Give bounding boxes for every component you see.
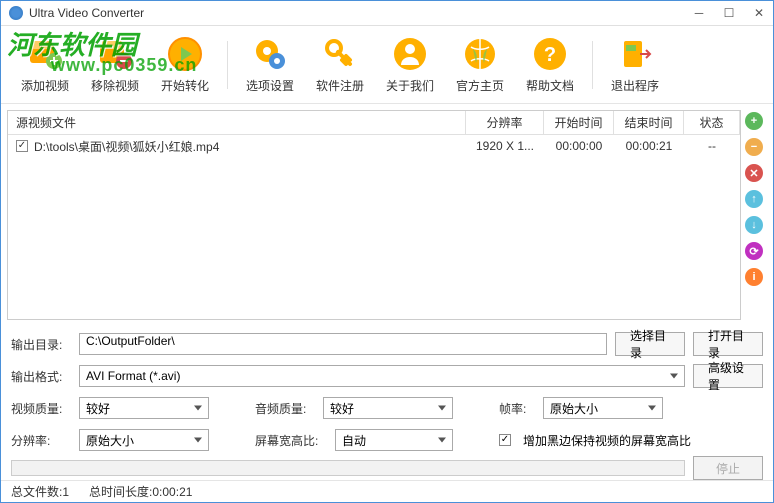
col-header-start[interactable]: 开始时间 <box>544 111 614 134</box>
move-up-button[interactable]: ↑ <box>745 190 763 208</box>
titlebar: Ultra Video Converter ─ ☐ ✕ <box>1 1 773 26</box>
outdir-label: 输出目录: <box>11 336 71 353</box>
remove-item-button[interactable]: − <box>745 138 763 156</box>
help-icon: ? <box>531 35 569 73</box>
window-title: Ultra Video Converter <box>29 6 693 20</box>
advanced-button[interactable]: 高级设置 <box>693 364 763 388</box>
duration-value: 0:00:21 <box>152 485 192 499</box>
exit-icon <box>616 35 654 73</box>
gear-icon <box>251 35 289 73</box>
cell-start: 00:00:00 <box>544 137 614 155</box>
vq-label: 视频质量: <box>11 400 71 417</box>
refresh-button[interactable]: ⟳ <box>745 242 763 260</box>
outdir-input[interactable]: C:\OutputFolder\ <box>79 333 607 355</box>
duration-label: 总时间长度: <box>89 485 152 499</box>
move-down-button[interactable]: ↓ <box>745 216 763 234</box>
cell-end: 00:00:21 <box>614 137 684 155</box>
aq-label: 音频质量: <box>255 400 315 417</box>
info-button[interactable]: i <box>745 268 763 286</box>
remove-video-label: 移除视频 <box>91 77 139 94</box>
status-bar: 总文件数:1 总时间长度:0:00:21 <box>1 480 773 502</box>
aspect-select[interactable]: 自动 <box>335 429 453 451</box>
col-header-end[interactable]: 结束时间 <box>614 111 684 134</box>
app-icon <box>9 6 23 20</box>
help-label: 帮助文档 <box>526 77 574 94</box>
add-item-button[interactable]: + <box>745 112 763 130</box>
cell-resolution: 1920 X 1... <box>466 137 544 155</box>
blackbar-label: 增加黑边保持视频的屏幕宽高比 <box>523 432 691 449</box>
stop-button[interactable]: 停止 <box>693 456 763 480</box>
register-button[interactable]: 软件注册 <box>306 30 374 100</box>
close-button[interactable]: ✕ <box>753 7 765 19</box>
maximize-button[interactable]: ☐ <box>723 7 735 19</box>
cell-file: D:\tools\桌面\视频\狐妖小红娘.mp4 <box>34 138 219 155</box>
start-convert-button[interactable]: 开始转化 <box>151 30 219 100</box>
homepage-label: 官方主页 <box>456 77 504 94</box>
options-button[interactable]: 选项设置 <box>236 30 304 100</box>
remove-video-icon <box>96 35 134 73</box>
open-dir-button[interactable]: 打开目录 <box>693 332 763 356</box>
register-label: 软件注册 <box>316 77 364 94</box>
col-header-status[interactable]: 状态 <box>684 111 740 134</box>
about-label: 关于我们 <box>386 77 434 94</box>
play-icon <box>166 35 204 73</box>
about-button[interactable]: 关于我们 <box>376 30 444 100</box>
settings-panel: 输出目录: C:\OutputFolder\ 选择目录 打开目录 输出格式: A… <box>1 326 773 456</box>
homepage-button[interactable]: 官方主页 <box>446 30 514 100</box>
fps-select[interactable]: 原始大小 <box>543 397 663 419</box>
format-label: 输出格式: <box>11 368 71 385</box>
row-checkbox[interactable]: ✓ <box>16 140 28 152</box>
add-video-label: 添加视频 <box>21 77 69 94</box>
table-row[interactable]: ✓ D:\tools\桌面\视频\狐妖小红娘.mp4 1920 X 1... 0… <box>8 135 740 157</box>
key-icon <box>321 35 359 73</box>
add-video-button[interactable]: 添加视频 <box>11 30 79 100</box>
filecount-label: 总文件数: <box>11 485 62 499</box>
cell-status: -- <box>684 137 740 155</box>
exit-label: 退出程序 <box>611 77 659 94</box>
add-video-icon <box>26 35 64 73</box>
toolbar: 添加视频 移除视频 开始转化 选项设置 软件注册 关于我们 官方主页 ? <box>1 26 773 104</box>
res-label: 分辨率: <box>11 432 71 449</box>
blackbar-checkbox[interactable]: ✓ <box>499 434 511 446</box>
exit-button[interactable]: 退出程序 <box>601 30 669 100</box>
file-table: 源视频文件 分辨率 开始时间 结束时间 状态 ✓ D:\tools\桌面\视频\… <box>7 110 741 320</box>
delete-item-button[interactable]: ✕ <box>745 164 763 182</box>
options-label: 选项设置 <box>246 77 294 94</box>
vq-select[interactable]: 较好 <box>79 397 209 419</box>
side-buttons: + − ✕ ↑ ↓ ⟳ i <box>745 110 767 320</box>
progress-bar <box>11 460 685 476</box>
col-header-file[interactable]: 源视频文件 <box>8 111 466 134</box>
help-button[interactable]: ? 帮助文档 <box>516 30 584 100</box>
format-select[interactable]: AVI Format (*.avi) <box>79 365 685 387</box>
filecount-value: 1 <box>62 485 69 499</box>
res-select[interactable]: 原始大小 <box>79 429 209 451</box>
user-icon <box>391 35 429 73</box>
svg-text:?: ? <box>544 44 556 66</box>
aspect-label: 屏幕宽高比: <box>255 432 327 449</box>
browse-button[interactable]: 选择目录 <box>615 332 685 356</box>
aq-select[interactable]: 较好 <box>323 397 453 419</box>
minimize-button[interactable]: ─ <box>693 7 705 19</box>
remove-video-button[interactable]: 移除视频 <box>81 30 149 100</box>
start-convert-label: 开始转化 <box>161 77 209 94</box>
globe-icon <box>461 35 499 73</box>
col-header-resolution[interactable]: 分辨率 <box>466 111 544 134</box>
fps-label: 帧率: <box>499 400 535 417</box>
